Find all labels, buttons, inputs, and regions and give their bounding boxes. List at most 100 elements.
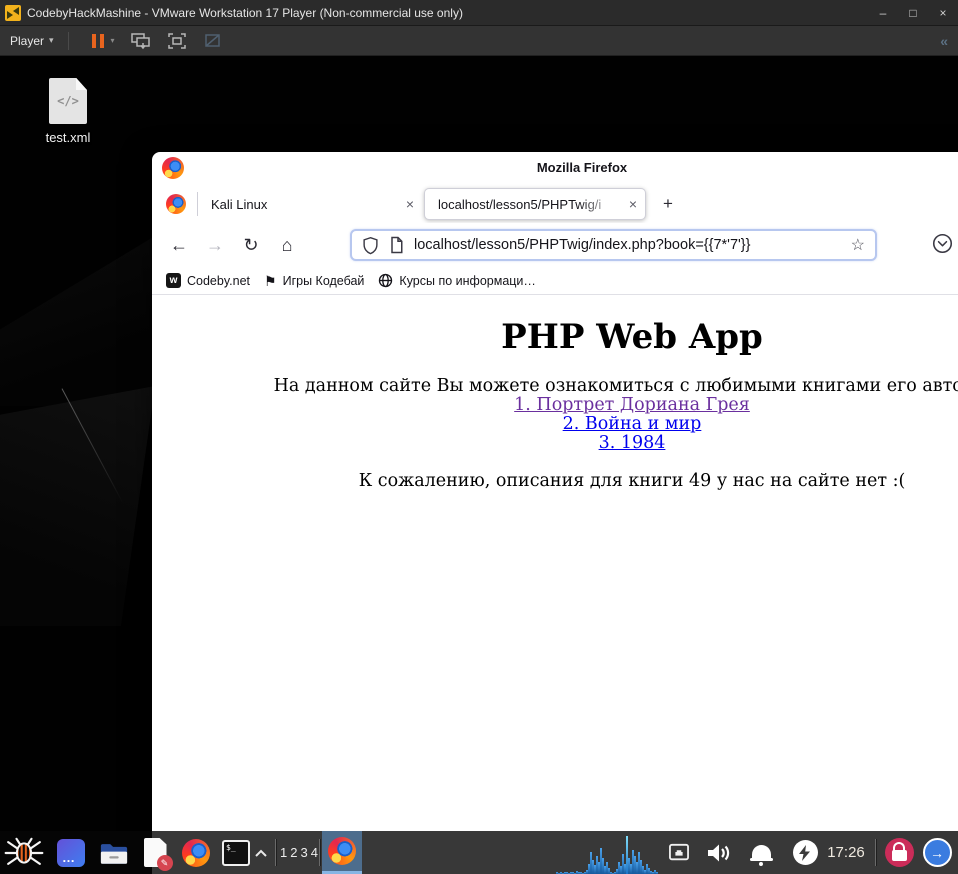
panel-expand-button[interactable] [252,831,270,874]
fullscreen-icon [167,32,186,49]
tab-bar: Kali Linux × localhost/lesson5/PHPTwig/i… [152,185,958,223]
intro-text: На данном сайте Вы можете ознакомиться с… [273,376,958,396]
network-tray-icon[interactable] [664,831,694,874]
bookmarks-toolbar: w Codeby.net ⚑ Игры Кодебай Курсы по инф… [152,267,958,295]
send-keys-icon [130,32,150,49]
arrow-right-icon: → [922,838,952,867]
home-button[interactable]: ⌂ [274,232,300,258]
firefox-window-title: Mozilla Firefox [536,160,628,175]
workspace-switcher[interactable]: 1 2 3 4 [280,831,318,874]
panel-divider [275,839,276,866]
link-book-1[interactable]: 1. Портрет Дориана Грея [152,396,958,415]
file-manager-button[interactable] [98,831,130,874]
reload-button[interactable]: ↻ [238,232,264,258]
error-message: К сожалению, описания для книги 49 у нас… [358,471,906,491]
shield-icon[interactable] [362,236,379,255]
wallpaper-facet [0,386,155,626]
url-bar[interactable]: localhost/lesson5/PHPTwig/index.php?book… [350,229,877,261]
vmware-titlebar: CodebyHackMashine - VMware Workstation 1… [0,0,958,26]
url-text[interactable]: localhost/lesson5/PHPTwig/index.php?book… [414,237,845,253]
bookmark-codeby[interactable]: w Codeby.net [166,273,250,288]
xml-file-icon: </> [49,78,87,124]
chevron-up-icon [255,849,267,857]
new-tab-button[interactable]: + [655,191,681,217]
pencil-badge-icon: ✎ [156,855,173,871]
notifications-bell-icon[interactable] [746,831,776,874]
wallpaper-facet [0,236,155,406]
lock-screen-button[interactable] [882,831,916,874]
pocket-icon[interactable] [932,233,953,259]
clock[interactable]: 17:26 [820,831,872,874]
bookmark-label: Курсы по информаци… [399,273,536,288]
minimize-button[interactable]: – [868,0,898,25]
workspace-2[interactable]: 2 [290,845,297,860]
vmware-window-title: CodebyHackMashine - VMware Workstation 1… [27,5,463,20]
fullscreen-button[interactable] [167,32,187,50]
terminal-icon: $_ [222,839,250,866]
workspace-3[interactable]: 3 [301,845,308,860]
firefox-window-task-button[interactable] [322,831,362,874]
page-content: PHP Web App На данном сайте Вы можете оз… [152,295,958,491]
vmware-logo-icon [5,4,21,21]
codeby-favicon: w [166,273,181,288]
back-button[interactable]: ← [166,232,192,258]
bookmark-label: Codeby.net [187,273,251,288]
close-button[interactable]: × [928,0,958,25]
taskbar-app-launcher[interactable]: … [56,831,86,874]
file-label: test.xml [45,130,91,145]
panel-divider [875,839,876,866]
firefox-pinned-tab-icon[interactable] [166,194,186,214]
firefox-window: Mozilla Firefox Kali Linux × localhost/l… [152,152,958,831]
page-title: PHP Web App [501,317,763,357]
bookmark-label: Игры Кодебай [282,273,365,288]
unity-disabled-icon [204,33,220,47]
firefox-titlebar[interactable]: Mozilla Firefox [152,152,958,185]
link-book-3[interactable]: 3. 1984 [152,434,958,453]
vmware-toolbar: Player ▾ ▾ « [0,26,958,56]
bookmark-igry-codebay[interactable]: ⚑ Игры Кодебай [264,274,364,288]
text-editor-button[interactable]: ✎ [140,831,173,874]
send-ctrl-alt-del-button[interactable] [130,32,151,50]
maximize-button[interactable]: □ [898,0,928,25]
app-window-icon: … [57,838,85,867]
firefox-launcher-button[interactable] [180,831,212,874]
workspace-1[interactable]: 1 [280,845,287,860]
padlock-icon [884,838,914,867]
lightning-bolt-icon [799,844,810,861]
tab-title: localhost/lesson5/PHPTwig/i [438,196,602,212]
close-tab-icon[interactable]: × [398,196,422,212]
close-tab-icon[interactable]: × [621,196,645,212]
chevron-down-icon: ▾ [49,35,54,45]
tab-kali-linux[interactable]: Kali Linux × [198,188,422,220]
logout-button[interactable]: → [920,831,954,874]
code-glyph: </> [57,94,79,108]
terminal-launcher-button[interactable]: $_ [220,831,252,874]
applications-menu-button[interactable] [0,831,48,874]
pause-icon [91,33,96,48]
player-menu-button[interactable]: Player ▾ [0,34,60,48]
link-book-2[interactable]: 2. Война и мир [152,415,958,434]
bookmark-kursy[interactable]: Курсы по информаци… [378,273,536,288]
chevron-down-icon: ▾ [110,36,115,45]
firefox-logo-icon [182,838,210,867]
unity-mode-button-disabled [203,32,223,50]
power-manager-icon[interactable] [790,831,820,874]
page-info-icon[interactable] [389,236,404,254]
folder-icon [100,843,128,864]
desktop-file-test-xml[interactable]: </> test.xml [28,78,108,145]
tab-title: Kali Linux [211,196,268,212]
toolbar-divider [67,31,69,50]
kali-logo-icon [4,837,44,865]
bookmark-star-icon[interactable]: ☆ [851,235,865,255]
tab-localhost-active[interactable]: localhost/lesson5/PHPTwig/i × [424,188,646,220]
flag-icon: ⚑ [264,272,277,289]
panel-divider [319,839,320,866]
suspend-vm-button[interactable]: ▾ [91,33,115,48]
forward-button: → [206,234,224,255]
navigation-toolbar: ← → ↻ ⌂ localhost/lesson5/PHPTwig/index.… [152,223,958,267]
collapse-toolbar-button[interactable]: « [940,33,948,49]
volume-icon[interactable] [702,831,736,874]
workspace-4[interactable]: 4 [311,845,318,860]
player-menu-label: Player [10,33,45,48]
firefox-logo-icon [328,837,356,865]
